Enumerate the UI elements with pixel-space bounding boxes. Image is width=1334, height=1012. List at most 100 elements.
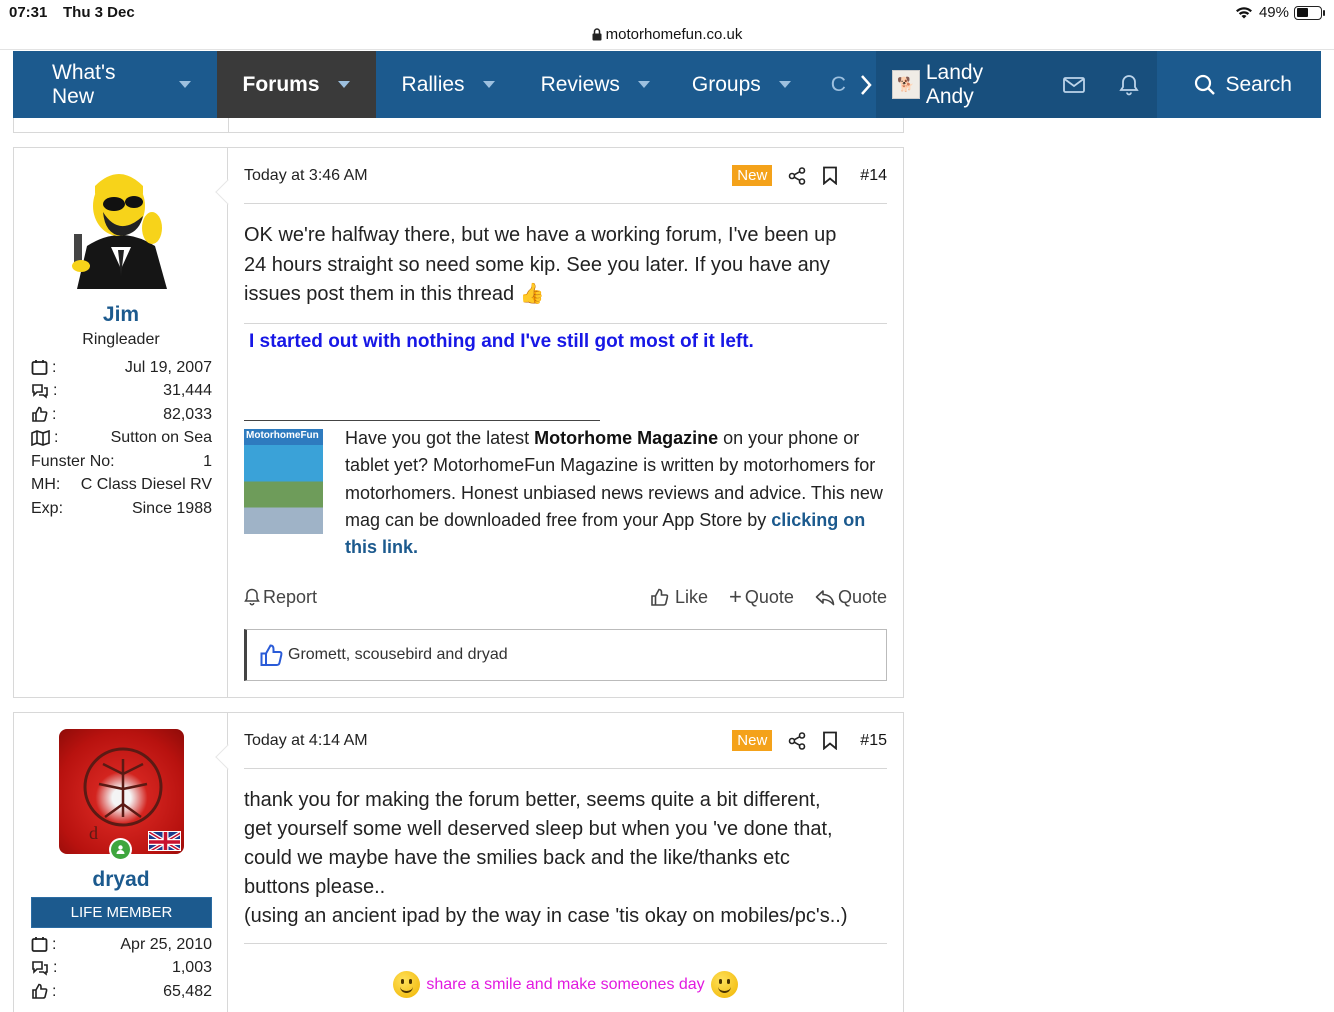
svg-text:d: d (89, 823, 98, 843)
post-date[interactable]: Today at 4:14 AM (244, 732, 368, 750)
post-number[interactable]: #15 (860, 732, 887, 750)
online-status-icon (109, 838, 132, 861)
post-14: Jim Ringleader : Jul 19, 2007 : 31,444 :… (13, 147, 904, 698)
nav-label: Rallies (401, 72, 465, 96)
nav-reviews[interactable]: Reviews (521, 51, 676, 118)
post-user-panel: d dryad LIFE MEMBER : Apr 25, 2010 : 1,0… (14, 713, 241, 1012)
post-body-line: 24 hours straight so need some kip. See … (244, 253, 830, 276)
post-actions-right: Like + Quote Quote (650, 584, 887, 610)
reactions-bar[interactable]: Gromett, scousebird and dryad (244, 629, 887, 681)
quote-button[interactable]: Quote (815, 584, 887, 610)
chevron-down-icon[interactable] (482, 81, 495, 88)
promo-bold: Motorhome Magazine (534, 428, 719, 448)
uk-flag-icon (148, 831, 181, 851)
stat-value: Jul 19, 2007 (124, 358, 212, 376)
like-label: Like (675, 586, 709, 607)
quote-label: Quote (837, 586, 887, 607)
nav-label: Forums (242, 72, 320, 96)
nav-whats-new[interactable]: What's New (13, 51, 217, 118)
new-badge: New (732, 165, 773, 186)
thumbs-up-reaction-icon (260, 643, 283, 666)
status-time: 07:31 (9, 4, 48, 21)
share-icon[interactable] (788, 166, 806, 185)
signature-text: share a smile and make someones day (426, 975, 705, 993)
ios-status-bar: 07:31 Thu 3 Dec 49% motorhomefun.co.uk (0, 0, 1334, 50)
user-title: Ringleader (82, 331, 160, 348)
lock-icon (592, 28, 602, 41)
like-button[interactable]: Like (650, 584, 708, 610)
nav-overflow[interactable]: C (817, 51, 876, 118)
inbox-button[interactable] (1045, 51, 1102, 118)
previous-post-edge (13, 118, 904, 133)
calendar-icon (31, 937, 48, 953)
multiquote-button[interactable]: + Quote (729, 584, 794, 610)
post-user-panel: Jim Ringleader : Jul 19, 2007 : 31,444 :… (14, 148, 241, 697)
status-date: Thu 3 Dec (63, 4, 135, 21)
address-bar[interactable]: motorhomefun.co.uk (0, 26, 1334, 43)
wifi-icon (1235, 7, 1252, 19)
nav-forums[interactable]: Forums (216, 51, 376, 118)
post-number[interactable]: #14 (860, 167, 887, 185)
user-stats: : Apr 25, 2010 : 1,003 : 65,482 (31, 933, 212, 1004)
map-icon (31, 430, 50, 447)
chevron-down-icon[interactable] (637, 81, 650, 88)
promo-text-1: Have you got the latest (345, 428, 535, 448)
signature-text: I started out with nothing and I've stil… (249, 331, 754, 352)
thumbs-up-emoji-icon: 👍 (519, 283, 545, 305)
report-button[interactable]: Report (244, 587, 317, 608)
search-button[interactable]: Search (1173, 51, 1321, 118)
chevron-down-icon[interactable] (337, 81, 350, 88)
chevron-right-icon[interactable] (860, 74, 872, 96)
signature: share a smile and make someones day (244, 971, 887, 998)
avatar[interactable] (59, 164, 184, 289)
thumbs-up-icon (32, 406, 48, 423)
reactions-text: Gromett, scousebird and dryad (288, 646, 508, 663)
stat-value: Sutton on Sea (110, 429, 212, 447)
post-body: OK we're halfway there, but we have a wo… (244, 221, 887, 310)
chevron-down-icon[interactable] (178, 81, 191, 88)
post-header: Today at 4:14 AM New #15 (244, 713, 887, 769)
post-body: thank you for making the forum better, s… (244, 786, 887, 931)
nav-label: Groups (691, 72, 761, 96)
main-nav: What's New Forums Rallies Reviews Groups… (13, 51, 1321, 118)
alerts-button[interactable] (1101, 51, 1158, 118)
comments-icon (32, 384, 48, 399)
user-banner: LIFE MEMBER (31, 897, 212, 928)
stat-label: MH: (31, 476, 61, 494)
nav-rallies[interactable]: Rallies (376, 51, 521, 118)
nav-overflow-label: C (830, 72, 846, 96)
nav-label: Reviews (540, 72, 620, 96)
username[interactable]: Jim (14, 303, 228, 327)
bell-icon (244, 588, 260, 606)
stat-label: Exp: (31, 499, 64, 517)
avatar: 🐕 (891, 70, 920, 99)
magazine-cover-image[interactable]: MotorhomeFun (244, 429, 323, 534)
post-content: Today at 4:14 AM New #15 thank you for m… (229, 713, 903, 1012)
stat-location: : Sutton on Sea (31, 427, 212, 451)
nav-groups[interactable]: Groups (676, 51, 817, 118)
username[interactable]: dryad (14, 868, 228, 892)
user-menu[interactable]: 🐕 Landy Andy (875, 51, 1046, 118)
battery-icon (1294, 5, 1325, 20)
stat-value: 1,003 (171, 959, 212, 977)
stat-value: C Class Diesel RV (80, 476, 212, 494)
magazine-promo-text: Have you got the latest Motorhome Magazi… (345, 425, 885, 561)
post-header-tools: New #14 (732, 165, 887, 186)
bookmark-icon[interactable] (822, 166, 838, 185)
post-date[interactable]: Today at 3:46 AM (244, 167, 368, 185)
bookmark-icon[interactable] (822, 731, 838, 750)
nav-user-area: 🐕 Landy Andy Search (875, 51, 1321, 118)
chevron-down-icon[interactable] (778, 81, 791, 88)
share-icon[interactable] (788, 731, 806, 750)
stat-exp: Exp: Since 1988 (31, 497, 212, 521)
url-text[interactable]: motorhomefun.co.uk (606, 26, 743, 43)
nav-label: What's New (52, 60, 116, 108)
stat-joined: : Jul 19, 2007 (31, 356, 212, 380)
report-label: Report (263, 586, 318, 607)
signature-rule (244, 420, 600, 421)
stat-value: 31,444 (163, 382, 212, 400)
magazine-cover-title: MotorhomeFun (246, 430, 319, 441)
search-icon (1195, 74, 1216, 95)
plus-icon: + (729, 584, 742, 609)
post-body-line: buttons please.. (244, 876, 386, 898)
